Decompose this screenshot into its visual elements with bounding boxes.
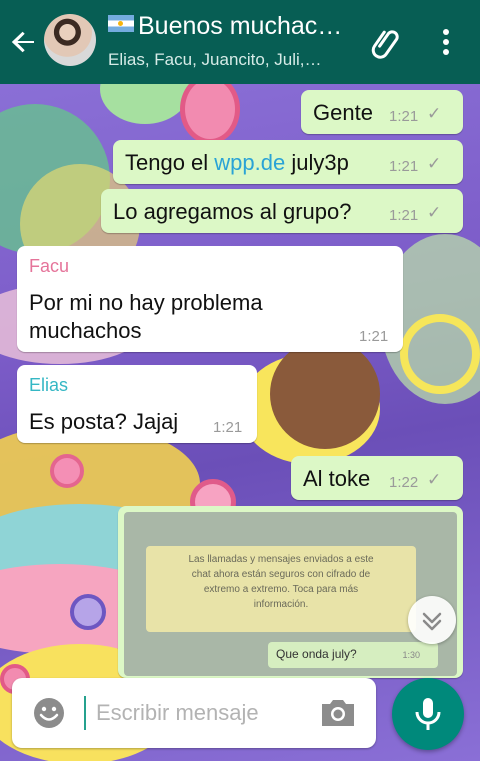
message-bubble[interactable]: Facu Por mi no hay problema muchachos 1:…	[17, 246, 403, 352]
back-arrow-icon	[11, 31, 35, 53]
camera-button[interactable]	[318, 694, 358, 732]
back-button[interactable]	[6, 24, 42, 60]
attach-icon	[371, 30, 399, 59]
message-time: 1:21	[389, 158, 419, 175]
more-options-button[interactable]	[430, 24, 462, 60]
message-time: 1:21	[213, 419, 243, 436]
group-avatar[interactable]	[44, 14, 96, 66]
message-text-line2: muchachos	[29, 318, 142, 343]
message-input[interactable]	[96, 694, 316, 732]
message-bubble[interactable]: Lo agregamos al grupo? 1:21 ✓	[101, 189, 463, 233]
message-text: Tengo el wpp.de july3p	[125, 150, 349, 176]
check-icon: ✓	[427, 203, 442, 222]
image-inner-text: Que onda july?	[276, 647, 357, 661]
message-text-prefix: Tengo el	[125, 150, 215, 175]
check-icon: ✓	[427, 154, 442, 173]
message-sender[interactable]: Facu	[29, 256, 69, 277]
message-input-bar	[12, 678, 376, 748]
message-link[interactable]: wpp.de	[214, 150, 285, 175]
voice-message-button[interactable]	[392, 678, 464, 750]
message-text: Lo agregamos al grupo?	[113, 199, 352, 224]
emoji-button[interactable]	[32, 696, 66, 730]
message-text-suffix: july3p	[285, 150, 349, 175]
message-text-line1: Por mi no hay problema	[29, 290, 263, 315]
message-time: 1:21	[389, 207, 419, 224]
chevron-double-down-icon	[422, 612, 442, 631]
attach-button[interactable]	[368, 24, 404, 60]
message-bubble[interactable]: Tengo el wpp.de july3p 1:21 ✓	[113, 140, 463, 184]
chat-header: Buenos muchac… Elias, Facu, Juancito, Ju…	[0, 0, 480, 84]
emoji-icon	[34, 698, 64, 728]
message-bubble[interactable]: Al toke 1:22 ✓	[291, 456, 463, 500]
message-time: 1:21	[359, 328, 389, 345]
check-icon: ✓	[427, 470, 442, 489]
message-text: Gente	[313, 100, 373, 125]
image-note-line: Las llamadas y mensajes enviados a este	[188, 554, 374, 565]
image-inner-time: 1:30	[402, 650, 420, 660]
message-sender[interactable]: Elias	[29, 375, 68, 396]
more-vert-icon	[443, 29, 449, 55]
chat-participants[interactable]: Elias, Facu, Juancito, Juli,…	[108, 50, 358, 70]
message-text: Al toke	[303, 466, 371, 491]
mic-icon	[415, 698, 441, 730]
camera-icon	[322, 700, 354, 726]
image-note-line: chat ahora están seguros con cifrado de	[191, 569, 371, 580]
argentina-flag-icon	[108, 15, 134, 32]
chat-title-text: Buenos muchac…	[138, 12, 343, 40]
message-text: Es posta? Jajaj	[29, 409, 179, 434]
image-encryption-note: Las llamadas y mensajes enviados a este …	[146, 546, 416, 632]
image-message-bubble[interactable]: Las llamadas y mensajes enviados a este …	[118, 506, 463, 678]
image-thumbnail[interactable]: Las llamadas y mensajes enviados a este …	[124, 512, 457, 676]
message-time: 1:22	[389, 474, 419, 491]
image-note-line: extremo a extremo. Toca para más	[203, 584, 359, 595]
image-inner-bubble: Que onda july? 1:30	[268, 642, 438, 668]
message-time: 1:21	[389, 108, 419, 125]
message-bubble[interactable]: Gente 1:21 ✓	[301, 90, 463, 134]
message-bubble[interactable]: Elias Es posta? Jajaj 1:21	[17, 365, 257, 443]
chat-title[interactable]: Buenos muchac…	[108, 12, 358, 41]
image-note-line: información.	[253, 599, 309, 610]
text-caret	[84, 696, 86, 730]
check-icon: ✓	[427, 104, 442, 123]
scroll-to-bottom-button[interactable]	[408, 596, 456, 644]
